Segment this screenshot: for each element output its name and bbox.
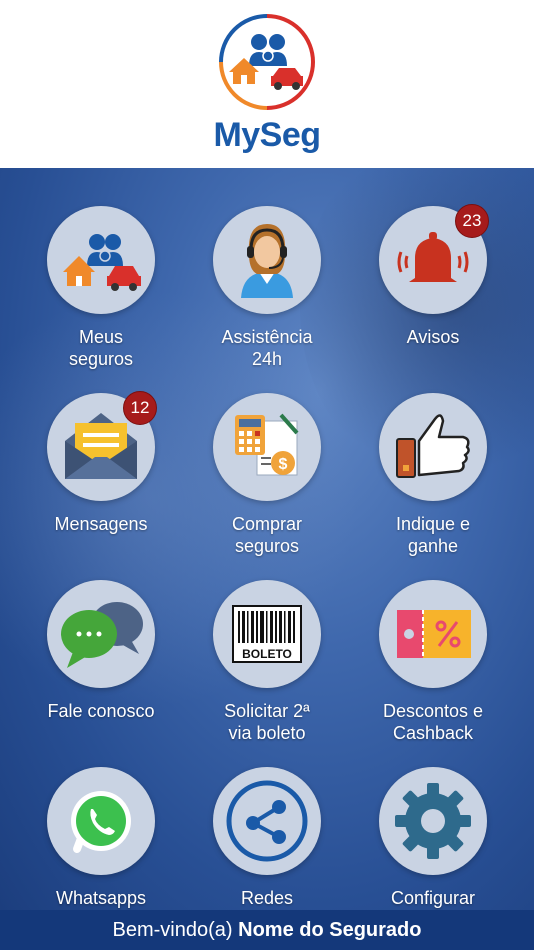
- tile-assistencia[interactable]: Assistência 24h: [184, 206, 350, 370]
- tile-icon-circle: [47, 767, 155, 875]
- app-header: MySeg: [0, 0, 534, 168]
- gear-icon: [395, 783, 471, 859]
- notification-badge: 23: [455, 204, 489, 238]
- tile-whatsapps[interactable]: Whatsapps: [18, 767, 184, 909]
- brand-title: MySeg: [213, 116, 321, 154]
- family-house-car-icon: [63, 234, 141, 291]
- barcode-boleto-icon: BOLETO: [232, 605, 302, 663]
- tile-icon-circle: [379, 767, 487, 875]
- tile-label: Indique e ganhe: [395, 514, 471, 556]
- tile-icon-circle: $: [213, 393, 321, 501]
- tile-fale-conosco[interactable]: Fale conosco: [18, 580, 184, 722]
- greeting-text: Bem-vindo(a): [112, 919, 239, 941]
- tile-label: Configurar: [390, 888, 476, 908]
- tile-icon-circle: [47, 580, 155, 688]
- tile-icon-circle: 12: [47, 391, 157, 501]
- tile-descontos-cashback[interactable]: Descontos e Cashback: [350, 580, 516, 744]
- svg-text:$: $: [279, 456, 288, 473]
- tile-meus-seguros[interactable]: Meus seguros: [18, 206, 184, 370]
- tile-redes-sociais[interactable]: Redes sociais: [184, 767, 350, 910]
- tile-label: Meus seguros: [68, 327, 134, 369]
- menu-grid: Meus seguros Assistência 24h 23 Avisos 1…: [0, 168, 534, 910]
- tile-label: Comprar seguros: [231, 514, 302, 556]
- user-name: Nome do Segurado: [238, 919, 422, 941]
- tile-configurar[interactable]: Configurar: [350, 767, 516, 909]
- whatsapp-icon: [71, 791, 131, 853]
- headset-agent-icon: [241, 224, 293, 298]
- tile-label: Avisos: [406, 327, 460, 347]
- boleto-text: BOLETO: [242, 647, 292, 661]
- tile-indique-ganhe[interactable]: Indique e ganhe: [350, 393, 516, 557]
- tile-icon-circle: [213, 206, 321, 314]
- tile-label: Mensagens: [54, 514, 148, 534]
- tile-label: Assistência 24h: [221, 327, 313, 369]
- tile-avisos[interactable]: 23 Avisos: [350, 204, 516, 348]
- notification-badge: 12: [123, 391, 157, 425]
- tile-mensagens[interactable]: 12 Mensagens: [18, 391, 184, 535]
- tile-icon-circle: [379, 393, 487, 501]
- tile-label: Fale conosco: [47, 701, 155, 721]
- tile-icon-circle: BOLETO: [213, 580, 321, 688]
- calculator-document-icon: $: [235, 413, 299, 476]
- welcome-footer: Bem-vindo(a) Nome do Segurado: [0, 910, 534, 950]
- tile-label: Redes sociais: [240, 888, 294, 908]
- tile-label: Descontos e Cashback: [382, 701, 484, 743]
- thumbs-up-icon: [396, 414, 470, 478]
- chat-bubbles-icon: [61, 602, 143, 668]
- tile-label: Whatsapps: [55, 888, 147, 908]
- myseg-logo: [219, 14, 315, 110]
- tile-segunda-via-boleto[interactable]: BOLETO Solicitar 2ª via boleto: [184, 580, 350, 744]
- discount-coupon-icon: [397, 610, 471, 658]
- tile-icon-circle: [47, 206, 155, 314]
- tile-icon-circle: [213, 767, 321, 875]
- tile-icon-circle: [379, 580, 487, 688]
- tile-comprar-seguros[interactable]: $ Comprar seguros: [184, 393, 350, 557]
- tile-label: Solicitar 2ª via boleto: [224, 701, 310, 743]
- tile-icon-circle: 23: [379, 204, 489, 314]
- share-icon: [226, 780, 308, 862]
